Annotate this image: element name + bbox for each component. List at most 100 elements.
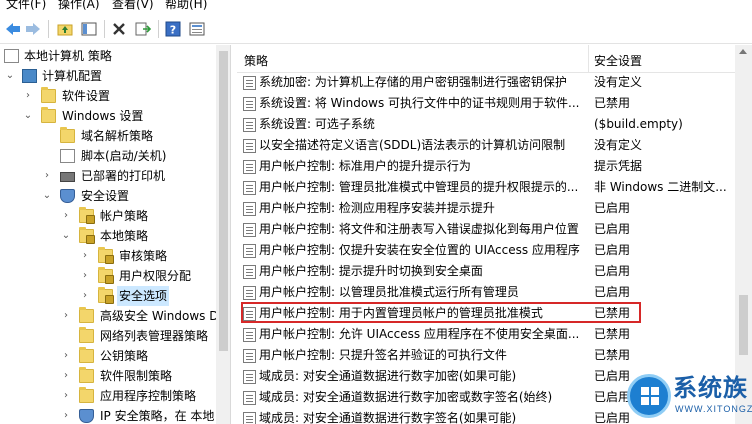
chevron-right-icon[interactable]: › [60, 366, 72, 386]
policy-row[interactable]: 用户帐户控制: 允许 UIAccess 应用程序在不使用安全桌面... 已禁用 [237, 324, 752, 345]
back-arrow-icon[interactable] [4, 20, 22, 38]
svg-text:?: ? [170, 24, 176, 37]
tree-item-software-restriction[interactable]: › 软件限制策略 [0, 366, 216, 386]
policy-icon [243, 244, 256, 258]
locked-folder-icon [79, 207, 95, 224]
policy-icon [243, 160, 256, 174]
chevron-right-icon[interactable]: › [79, 266, 91, 286]
chevron-right-icon[interactable]: › [79, 286, 91, 306]
policy-icon [243, 370, 256, 384]
menu-action[interactable]: 操作(A) [58, 0, 100, 11]
chevron-right-icon[interactable]: › [79, 246, 91, 266]
delete-icon[interactable] [110, 20, 128, 38]
locked-folder-icon [79, 227, 95, 244]
policy-row[interactable]: 系统加密: 为计算机上存储的用户密钥强制进行强密钥保护 没有定义 [237, 72, 752, 93]
list-header: 策略 安全设置 [237, 45, 752, 73]
forward-arrow-icon[interactable] [24, 20, 42, 38]
tree-item-windows-settings[interactable]: ⌄ Windows 设置 [0, 106, 216, 126]
tree-item-local-computer-policy[interactable]: 本地计算机 策略 [0, 46, 216, 66]
tree-item-audit-policy[interactable]: › 审核策略 [0, 246, 216, 266]
chevron-down-icon[interactable]: ⌄ [60, 226, 72, 246]
computer-icon [22, 69, 37, 83]
tree-item-scripts[interactable]: 脚本(启动/关机) [0, 146, 216, 166]
policy-row[interactable]: 用户帐户控制: 将文件和注册表写入错误虚拟化到每用户位置 已启用 [237, 219, 752, 240]
folder-icon [41, 107, 56, 123]
tree-item-software-settings[interactable]: › 软件设置 [0, 86, 216, 106]
folder-icon [79, 307, 94, 323]
tree-item-account-policies[interactable]: › 帐户策略 [0, 206, 216, 226]
policy-document-icon [4, 49, 19, 63]
folder-icon [79, 367, 94, 383]
menu-file[interactable]: 文件(F) [6, 0, 46, 11]
tree-item-computer-configuration[interactable]: ⌄ 计算机配置 [0, 66, 216, 86]
chevron-right-icon[interactable]: › [22, 86, 34, 106]
tree-item-ip-security[interactable]: › IP 安全策略，在 本地 [0, 406, 216, 424]
tree-item-local-policies[interactable]: ⌄ 本地策略 [0, 226, 216, 246]
security-shield-icon [60, 189, 75, 203]
scroll-up-arrow-icon[interactable] [739, 49, 747, 54]
tree-item-security-options[interactable]: › 安全选项 [0, 286, 216, 306]
tree-item-application-control[interactable]: › 应用程序控制策略 [0, 386, 216, 406]
tree-item-name-resolution-policy[interactable]: 域名解析策略 [0, 126, 216, 146]
policy-icon [243, 412, 256, 424]
folder-icon [79, 327, 94, 343]
export-list-icon[interactable] [134, 20, 152, 38]
chevron-down-icon[interactable]: ⌄ [41, 186, 53, 206]
watermark-url: WWW.XITONGZU.COM [675, 404, 752, 414]
chevron-right-icon[interactable]: › [60, 346, 72, 366]
chevron-down-icon[interactable]: ⌄ [4, 66, 16, 86]
policy-row[interactable]: 用户帐户控制: 以管理员批准模式运行所有管理员 已启用 [237, 282, 752, 303]
tree-item-public-key-policies[interactable]: › 公钥策略 [0, 346, 216, 366]
tree-item-deployed-printers[interactable]: › 已部署的打印机 [0, 166, 216, 186]
locked-folder-icon [98, 247, 114, 264]
policy-icon [243, 265, 256, 279]
toolbar-separator [158, 20, 159, 38]
folder-icon [79, 347, 94, 363]
policy-icon [243, 181, 256, 195]
menu-bar: 文件(F) 操作(A) 查看(V) 帮助(H) [0, 0, 752, 12]
help-icon[interactable]: ? [164, 20, 182, 38]
folder-icon [41, 87, 56, 103]
policy-list-scrollbar[interactable] [735, 45, 752, 424]
folder-icon [60, 127, 75, 143]
folder-icon [79, 387, 94, 403]
policy-row[interactable]: 用户帐户控制: 检测应用程序安装并提示提升 已启用 [237, 198, 752, 219]
policy-row[interactable]: 用户帐户控制: 仅提升安装在安全位置的 UIAccess 应用程序 已启用 [237, 240, 752, 261]
policy-icon [243, 118, 256, 132]
policy-row[interactable]: 系统设置: 可选子系统 ($build.empty) [237, 114, 752, 135]
column-divider[interactable] [588, 45, 589, 73]
show-hide-tree-icon[interactable] [80, 20, 98, 38]
policy-row[interactable]: 用户帐户控制: 提示提升时切换到安全桌面 已启用 [237, 261, 752, 282]
column-header-security-setting[interactable]: 安全设置 [594, 52, 642, 69]
tree-item-advanced-firewall[interactable]: › 高级安全 Windows D [0, 306, 218, 326]
column-header-policy[interactable]: 策略 [244, 52, 268, 69]
policy-row[interactable]: 用户帐户控制: 标准用户的提升提示行为 提示凭据 [237, 156, 752, 177]
chevron-right-icon[interactable]: › [41, 166, 53, 186]
red-highlight-box [241, 302, 641, 323]
policy-list-scrollbar-thumb[interactable] [739, 295, 748, 355]
chevron-right-icon[interactable]: › [60, 206, 72, 226]
menu-help[interactable]: 帮助(H) [165, 0, 207, 11]
ip-security-icon [79, 409, 94, 423]
tree-scrollbar[interactable] [216, 45, 230, 424]
policy-row[interactable]: 用户帐户控制: 管理员批准模式中管理员的提升权限提示的... 非 Windows… [237, 177, 752, 198]
policy-icon [243, 223, 256, 237]
tree-item-security-settings[interactable]: ⌄ 安全设置 [0, 186, 216, 206]
chevron-right-icon[interactable]: › [60, 306, 72, 326]
policy-row[interactable]: 用户帐户控制: 只提升签名并验证的可执行文件 已禁用 [237, 345, 752, 366]
chevron-down-icon[interactable]: ⌄ [22, 106, 34, 126]
policy-row[interactable]: 系统设置: 将 Windows 可执行文件中的证书规则用于软件... 已禁用 [237, 93, 752, 114]
tree-scrollbar-thumb[interactable] [219, 51, 228, 351]
policy-row[interactable]: 以安全描述符定义语言(SDDL)语法表示的计算机访问限制 没有定义 [237, 135, 752, 156]
chevron-right-icon[interactable]: › [60, 386, 72, 406]
tree-item-user-rights-assignment[interactable]: › 用户权限分配 [0, 266, 216, 286]
folder-up-icon[interactable] [56, 20, 74, 38]
properties-icon[interactable] [188, 20, 206, 38]
toolbar-separator [104, 20, 105, 38]
toolbar-separator [48, 20, 49, 38]
policy-list: 策略 安全设置 系统加密: 为计算机上存储的用户密钥强制进行强密钥保护 没有定义… [237, 45, 752, 424]
tree-item-network-list-manager[interactable]: 网络列表管理器策略 [0, 326, 216, 346]
chevron-right-icon[interactable]: › [60, 406, 72, 424]
menu-view[interactable]: 查看(V) [112, 0, 154, 11]
windows-logo-icon [627, 374, 671, 418]
